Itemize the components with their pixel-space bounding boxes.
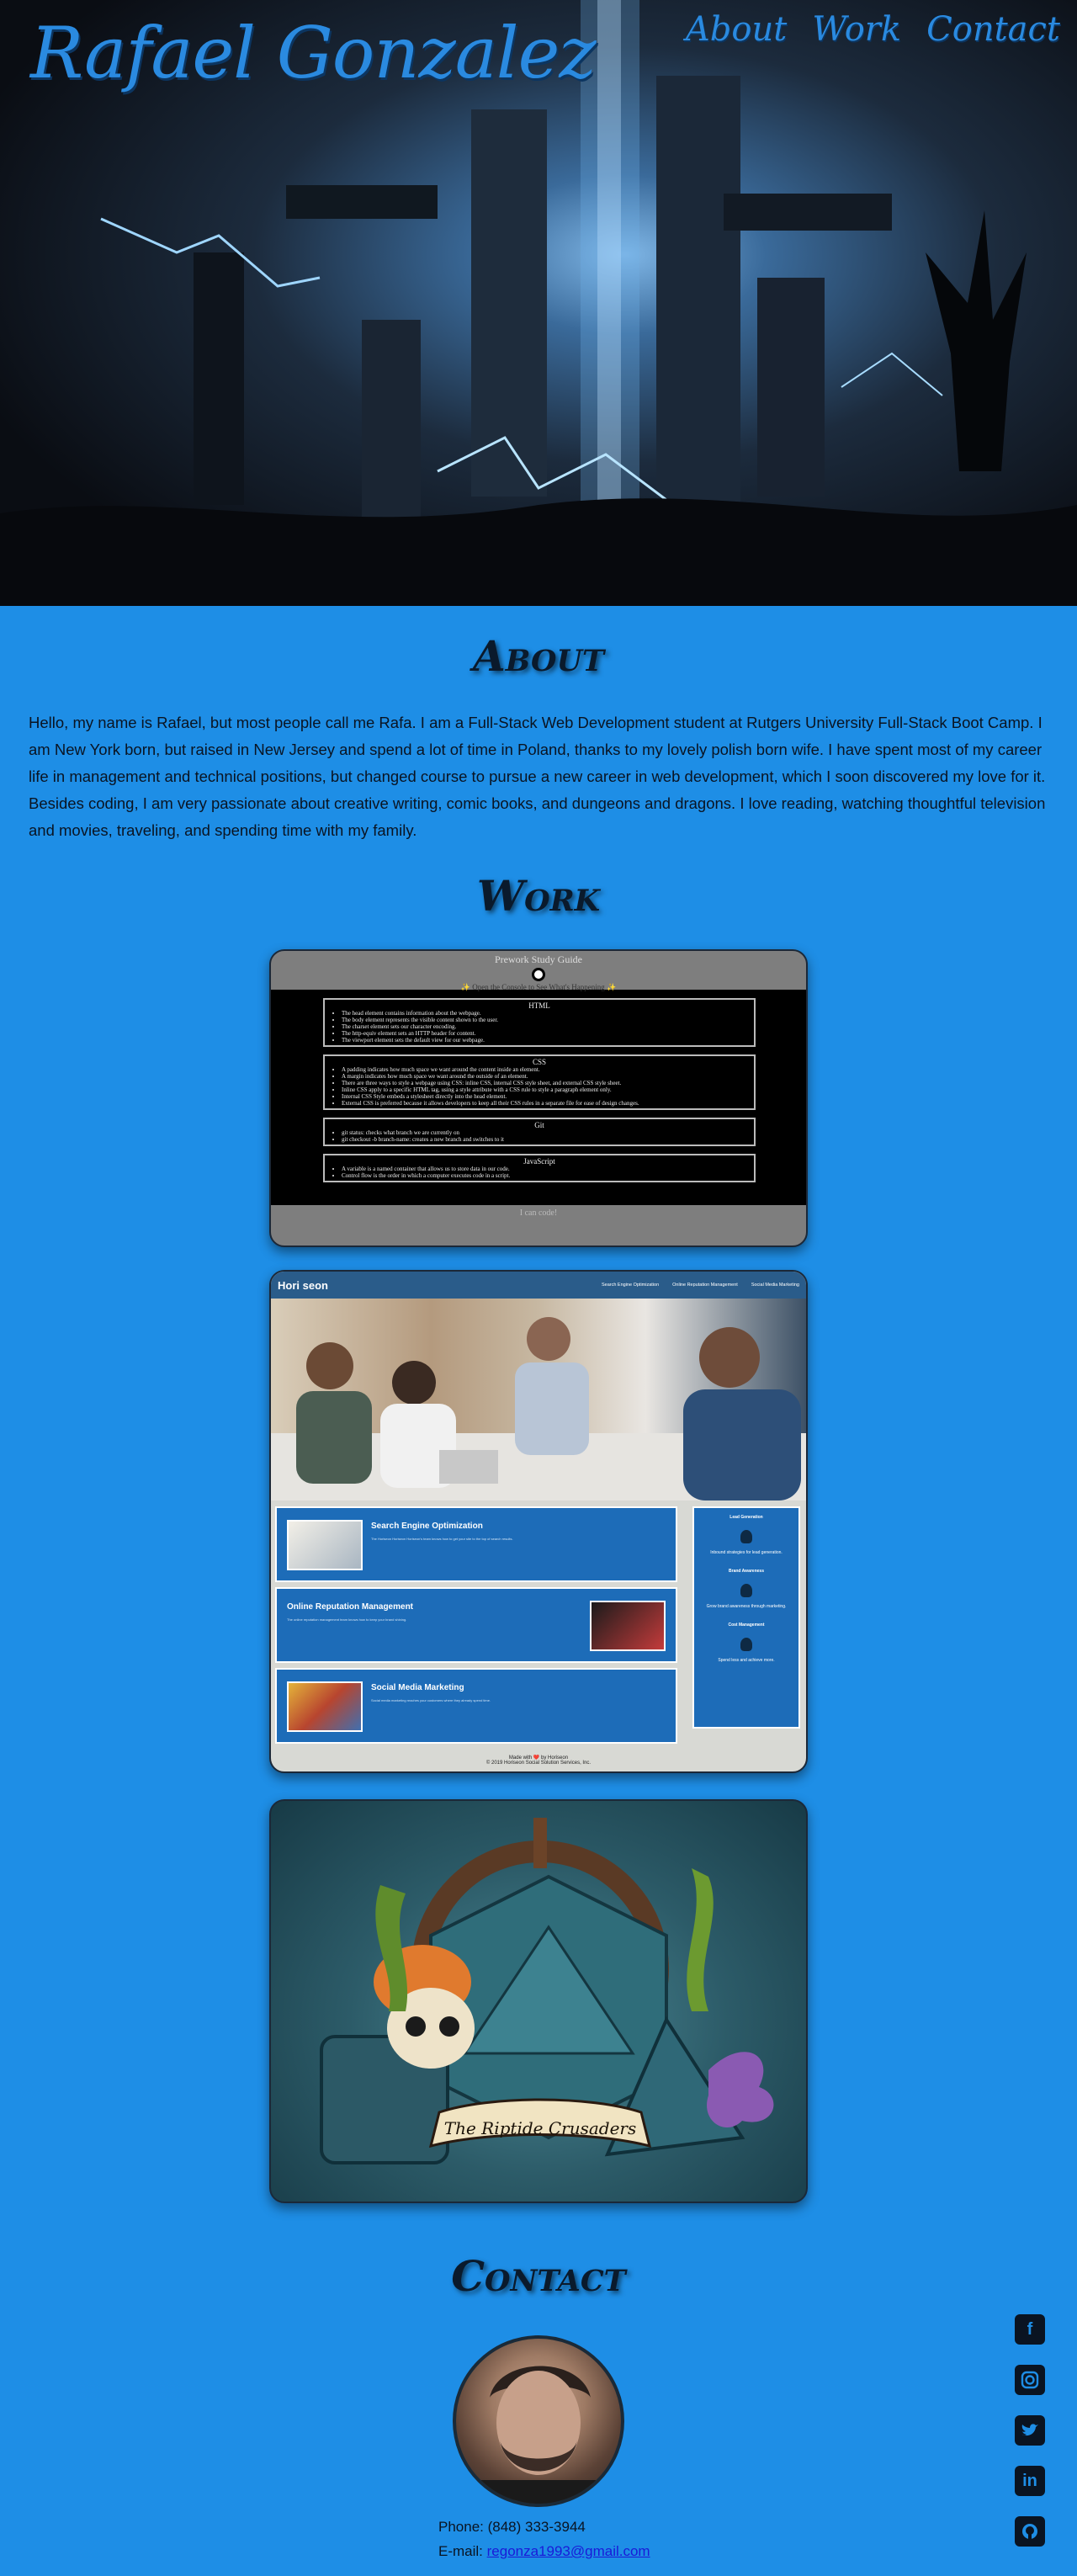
- nav-work[interactable]: Work: [812, 10, 901, 49]
- hero-banner: Rafael Gonzalez About Work Contact: [0, 0, 1077, 606]
- smm-image: [287, 1681, 363, 1732]
- prework-section-html: HTML The head element contains informati…: [323, 998, 756, 1047]
- horiseon-footer: Made with ❤️ by Horiseon © 2019 Horiseon…: [271, 1755, 806, 1766]
- prework-section-title: HTML: [528, 1001, 550, 1010]
- brand-awareness-icon: [740, 1584, 752, 1597]
- prework-item: A margin indicates how much space we wan…: [342, 1073, 745, 1080]
- prework-item: A padding indicates how much space we wa…: [342, 1066, 745, 1073]
- prework-item: git status: checks what branch we are cu…: [342, 1129, 745, 1136]
- social-links: f in: [1015, 2314, 1045, 2547]
- horiseon-article-text: The online reputation management team kn…: [287, 1617, 407, 1622]
- riptide-banner-text: The Riptide Crusaders: [444, 2118, 637, 2138]
- horiseon-benefits: Lead Generation Inbound strategies for l…: [692, 1506, 800, 1729]
- riptide-artwork: The Riptide Crusaders: [320, 1818, 774, 2164]
- about-title: About: [472, 631, 605, 681]
- prework-item: A variable is a named container that all…: [342, 1166, 745, 1172]
- prework-heading: Prework Study Guide: [495, 953, 582, 965]
- facebook-icon[interactable]: f: [1015, 2314, 1045, 2345]
- prework-section-git: Git git status: checks what branch we ar…: [323, 1118, 756, 1146]
- prework-section-title: Git: [534, 1121, 544, 1129]
- horiseon-article-title: Social Media Marketing: [371, 1683, 464, 1692]
- prework-footer: I can code!: [519, 1208, 558, 1218]
- github-icon[interactable]: [1015, 2516, 1045, 2547]
- horiseon-article: Social Media Marketing Social media mark…: [275, 1668, 677, 1744]
- horiseon-link: Online Reputation Management: [672, 1283, 738, 1288]
- horiseon-navbar: Hori seon Search Engine Optimization Onl…: [271, 1272, 806, 1299]
- prework-item: The charset element sets our character e…: [342, 1023, 745, 1030]
- nav-contact[interactable]: Contact: [926, 10, 1060, 49]
- contact-email-label: E-mail:: [438, 2543, 487, 2559]
- work-title: Work: [476, 871, 601, 921]
- nav-about[interactable]: About: [686, 10, 787, 49]
- horiseon-article-text: The Horiseon Horiseon Horiseon's team kn…: [371, 1537, 513, 1541]
- prework-item: Inline CSS apply to a specific HTML tag,…: [342, 1086, 745, 1093]
- horiseon-footer-made: Made with ❤️ by Horiseon: [508, 1755, 569, 1761]
- prework-item: The body element represents the visible …: [342, 1017, 745, 1023]
- site-brand[interactable]: Rafael Gonzalez: [30, 12, 597, 94]
- contact-title: Contact: [451, 2251, 626, 2301]
- prework-item: There are three ways to style a webpage …: [342, 1080, 745, 1086]
- benefit-text: Inbound strategies for lead generation.: [710, 1550, 783, 1555]
- horiseon-article-title: Search Engine Optimization: [371, 1522, 483, 1531]
- about-text: Hello, my name is Rafael, but most peopl…: [29, 714, 1046, 839]
- prework-item: Control flow is the order in which a com…: [342, 1172, 745, 1179]
- prework-header: Prework Study Guide ✨ Open the Console t…: [271, 951, 806, 991]
- horiseon-article-title: Online Reputation Management: [287, 1602, 414, 1612]
- benefit-text: Grow brand awareness through marketing.: [706, 1604, 787, 1609]
- cost-management-icon: [740, 1638, 752, 1651]
- horiseon-links: Search Engine Optimization Online Reputa…: [602, 1283, 799, 1288]
- project-card-riptide[interactable]: The Riptide Crusaders: [269, 1799, 808, 2203]
- horiseon-articles: Search Engine Optimization The Horiseon …: [275, 1506, 677, 1749]
- benefit-title: Cost Management: [728, 1623, 765, 1628]
- project-card-prework[interactable]: Prework Study Guide ✨ Open the Console t…: [269, 949, 808, 1247]
- horiseon-link: Social Media Marketing: [751, 1283, 799, 1288]
- instagram-icon[interactable]: [1015, 2365, 1045, 2395]
- horiseon-logo: Hori seon: [278, 1278, 328, 1292]
- main-nav: About Work Contact: [686, 10, 1060, 49]
- benefit-text: Spend less and achieve more.: [718, 1658, 775, 1663]
- horiseon-content: Search Engine Optimization The Horiseon …: [271, 1500, 806, 1755]
- benefit-title: Brand Awareness: [729, 1569, 764, 1574]
- seo-image: [287, 1520, 363, 1570]
- prework-item: The viewport element sets the default vi…: [342, 1037, 745, 1044]
- horiseon-footer-copyright: © 2019 Horiseon Social Solution Services…: [485, 1761, 592, 1766]
- horiseon-link: Search Engine Optimization: [601, 1283, 660, 1288]
- linkedin-icon[interactable]: in: [1015, 2466, 1045, 2496]
- prework-item: The http-equiv element sets an HTTP head…: [342, 1030, 745, 1037]
- prework-item: git checkout -b branch-name: creates a n…: [342, 1136, 745, 1143]
- horiseon-hero-photo: [271, 1299, 806, 1500]
- prework-section-title: JavaScript: [523, 1157, 555, 1166]
- prework-item: External CSS is preferred because it all…: [342, 1100, 745, 1107]
- prework-item: Internal CSS Style embeds a stylesheet d…: [342, 1093, 745, 1100]
- project-card-horiseon[interactable]: Hori seon Search Engine Optimization Onl…: [269, 1270, 808, 1773]
- prework-logo-icon: [532, 968, 545, 981]
- horiseon-article: Search Engine Optimization The Horiseon …: [275, 1506, 677, 1582]
- twitter-icon[interactable]: [1015, 2415, 1045, 2446]
- prework-section-css: CSS A padding indicates how much space w…: [323, 1054, 756, 1110]
- prework-section-javascript: JavaScript A variable is a named contain…: [323, 1154, 756, 1182]
- contact-phone: Phone: (848) 333-3944: [438, 2519, 586, 2535]
- contact-details: Phone: (848) 333-3944 E-mail: regonza199…: [438, 2515, 650, 2563]
- horiseon-article-text: Social media marketing reaches your cust…: [371, 1698, 491, 1702]
- horiseon-article: Online Reputation Management The online …: [275, 1587, 677, 1663]
- lead-generation-icon: [740, 1530, 752, 1543]
- prework-item: The head element contains information ab…: [342, 1010, 745, 1017]
- prework-section-title: CSS: [532, 1058, 546, 1066]
- prework-body: HTML The head element contains informati…: [271, 990, 806, 1205]
- contact-email-link[interactable]: regonza1993@gmail.com: [487, 2543, 650, 2559]
- orm-image: [590, 1601, 666, 1651]
- contact-email-row: E-mail: regonza1993@gmail.com: [438, 2539, 650, 2563]
- avatar: [453, 2335, 624, 2507]
- benefit-title: Lead Generation: [729, 1515, 763, 1520]
